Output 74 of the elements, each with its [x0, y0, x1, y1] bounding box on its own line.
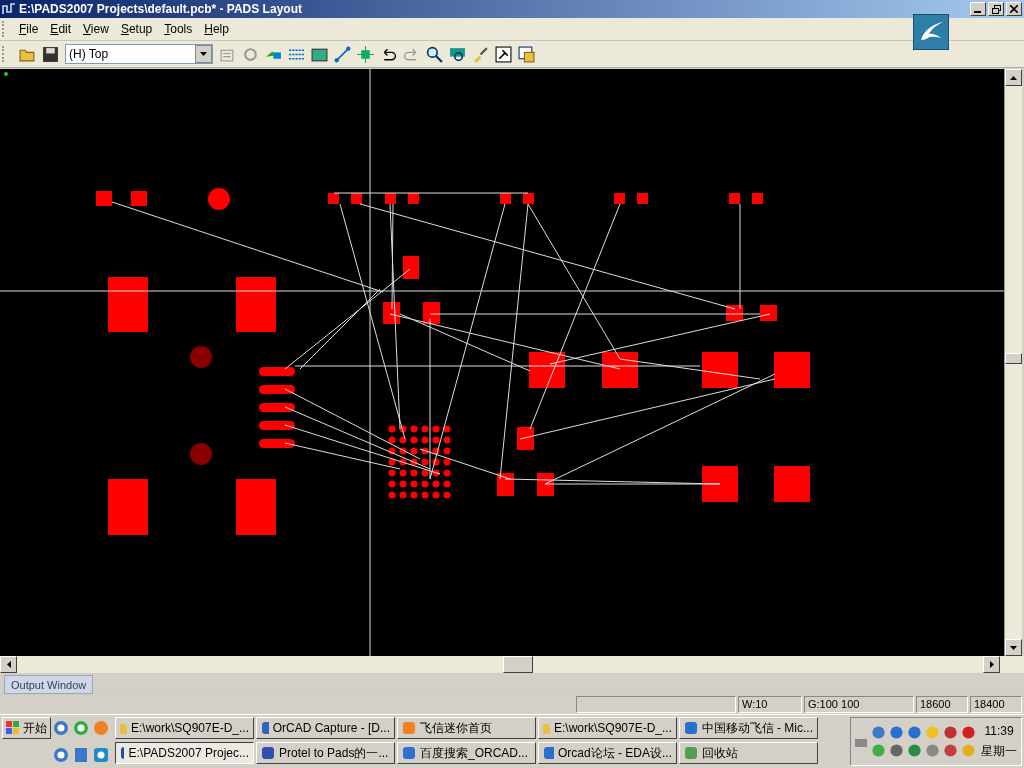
quick-launch-icon[interactable]	[93, 747, 109, 764]
windows-logo-icon	[6, 721, 20, 735]
menu-item[interactable]: Help	[198, 20, 235, 38]
save-icon[interactable]	[42, 45, 59, 63]
down-arrow-icon	[1010, 645, 1017, 650]
taskbar-button[interactable]: OrCAD Capture - [D...	[256, 717, 395, 739]
windows-icon[interactable]	[518, 45, 535, 63]
search-icon[interactable]	[426, 45, 443, 63]
route-icon[interactable]	[334, 45, 351, 63]
window-icon	[402, 721, 416, 735]
taskbar-button[interactable]: E:\work\SQ907E-D_...	[538, 717, 677, 739]
tray-icon[interactable]	[943, 743, 958, 758]
up-arrow-icon	[1010, 75, 1017, 80]
window-title: E:\PADS2007 Projects\default.pcb* - PADS Layout	[19, 2, 302, 16]
right-arrow-icon	[989, 661, 994, 668]
menu-item[interactable]: File	[13, 20, 45, 38]
horizontal-scrollbar[interactable]	[0, 656, 1024, 673]
tray-icon[interactable]	[943, 725, 958, 740]
folder-icon	[543, 721, 550, 735]
menu-item[interactable]: Setup	[114, 20, 159, 38]
close-button[interactable]	[1006, 2, 1022, 16]
tray-icon[interactable]	[907, 725, 922, 740]
taskbar-button[interactable]: 百度搜索_ORCAD...	[397, 742, 536, 764]
quick-launch-icon[interactable]	[73, 747, 89, 764]
tray-icon[interactable]	[925, 743, 940, 758]
status-field: W:10	[738, 696, 802, 713]
taskbar-button[interactable]: Protel to Pads的一...	[256, 742, 395, 764]
folder-icon	[120, 721, 127, 735]
restore-button[interactable]	[988, 2, 1004, 16]
chip-icon[interactable]	[357, 45, 374, 63]
window-icon	[261, 746, 275, 760]
clock-day: 星期一	[981, 742, 1017, 760]
window-icon	[543, 746, 554, 760]
restore-icon	[991, 4, 1001, 14]
window-icon	[402, 746, 416, 760]
taskbar-button[interactable]: 回收站	[679, 742, 818, 764]
caret-icon	[200, 52, 207, 56]
taskbar-button[interactable]: E:\work\SQ907E-D_...	[115, 717, 254, 739]
window-icon	[684, 721, 698, 735]
keyboard-icon[interactable]	[855, 736, 867, 747]
status-field: 18600	[916, 696, 968, 713]
quick-launch-icon[interactable]	[53, 719, 69, 736]
status-field: 18400	[970, 696, 1022, 713]
taskbar-button[interactable]: 中国移动飞信 - Mic...	[679, 717, 818, 739]
window-icon	[261, 721, 269, 735]
tray-icon[interactable]	[871, 725, 886, 740]
taskbar-button[interactable]: Orcad论坛 - EDA设...	[538, 742, 677, 764]
taskbar-button[interactable]: E:\PADS2007 Projec...	[115, 742, 254, 764]
layer-dropdown[interactable]: (H) Top	[65, 44, 213, 64]
tray-icon[interactable]	[907, 743, 922, 758]
window-icon	[120, 746, 125, 760]
menu-item[interactable]: Edit	[44, 20, 78, 38]
close-icon	[1010, 5, 1018, 13]
app-icon	[2, 2, 16, 16]
taskbar-button[interactable]: 飞信迷你首页	[397, 717, 536, 739]
window-icon	[684, 746, 698, 760]
status-field: G:100 100	[804, 696, 914, 713]
menu-item[interactable]: Tools	[158, 20, 199, 38]
quick-launch-icon[interactable]	[73, 719, 89, 736]
scrollbar-thumb[interactable]	[503, 656, 533, 673]
tray-icon[interactable]	[889, 743, 904, 758]
left-arrow-icon	[6, 661, 11, 668]
vertical-scrollbar[interactable]	[1004, 69, 1022, 656]
menu-item[interactable]: View	[77, 20, 115, 38]
start-button[interactable]: 开始	[2, 717, 51, 739]
tray-icon[interactable]	[961, 725, 976, 740]
quick-launch-icon[interactable]	[53, 747, 69, 764]
brush-icon[interactable]	[472, 45, 489, 63]
tray-icon[interactable]	[889, 725, 904, 740]
bird-logo-icon	[913, 14, 949, 50]
minimize-button[interactable]	[970, 2, 986, 16]
output-window-tab[interactable]: Output Window	[4, 675, 94, 694]
scrollbar-thumb[interactable]	[1005, 353, 1022, 364]
clock-time: 11:39	[984, 723, 1014, 738]
